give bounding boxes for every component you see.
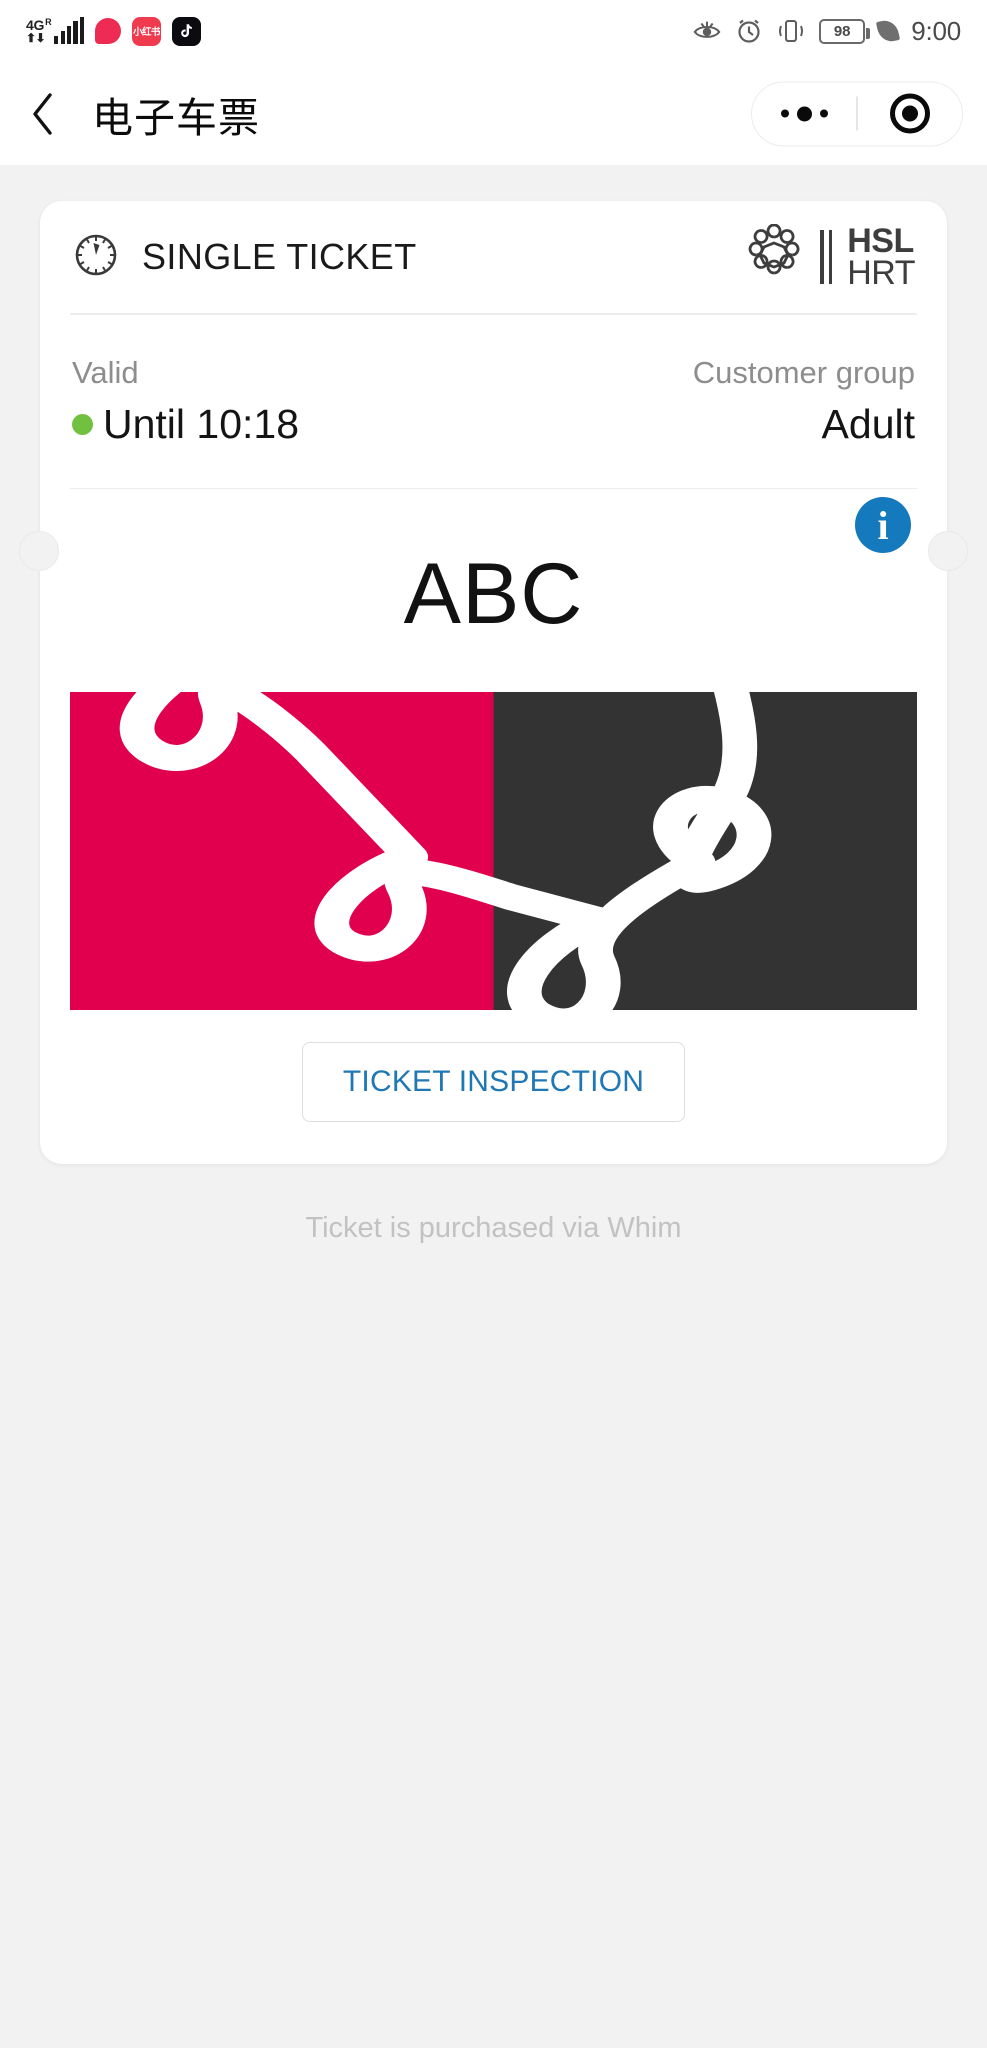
page-body: SINGLE TICKET HSL HRT Valid Until 10:18 … bbox=[0, 165, 987, 2048]
verification-code: ABC bbox=[403, 546, 584, 642]
ticket-details-row: Valid Until 10:18 Customer group Adult bbox=[70, 315, 917, 488]
roaming-label: R bbox=[45, 17, 52, 27]
status-bar-right: 98 9:00 bbox=[692, 16, 961, 47]
ticket-inspection-button[interactable]: TICKET INSPECTION bbox=[301, 1042, 686, 1122]
back-chevron-icon[interactable] bbox=[28, 89, 72, 139]
valid-label: Valid bbox=[72, 354, 139, 390]
network-type-label: 4G R ⬆⬇ bbox=[26, 17, 52, 45]
status-bar-left: 4G R ⬆⬇ 小红书 bbox=[26, 16, 201, 46]
battery-icon: 98 bbox=[819, 18, 871, 44]
nav-bar: 电子车票 bbox=[0, 62, 987, 165]
ticket-notch-right bbox=[928, 531, 968, 571]
purchase-source-note: Ticket is purchased via Whim bbox=[305, 1212, 682, 1244]
ticket-card: SINGLE TICKET HSL HRT Valid Until 10:18 … bbox=[19, 201, 968, 1164]
page-title: 电子车票 bbox=[92, 93, 260, 142]
video-app-icon bbox=[94, 18, 121, 44]
customer-group-column: Customer group Adult bbox=[693, 355, 915, 448]
clock-icon bbox=[72, 231, 120, 284]
ticket-notch-left bbox=[19, 531, 59, 571]
valid-value: Until 10:18 bbox=[103, 400, 300, 447]
status-dot-icon bbox=[72, 413, 93, 435]
eye-comfort-icon bbox=[692, 18, 722, 44]
close-target-icon bbox=[889, 93, 930, 134]
hsl-divider-bars bbox=[820, 230, 833, 284]
hrt-label: HRT bbox=[847, 254, 915, 292]
ticket-type-label: SINGLE TICKET bbox=[142, 236, 417, 277]
signal-indicator: 4G R ⬆⬇ bbox=[26, 17, 84, 45]
hsl-brand-logo: HSL HRT bbox=[743, 221, 915, 292]
hsl-network-loop-icon bbox=[743, 223, 805, 291]
signal-bars-icon bbox=[54, 17, 84, 44]
xiaohongshu-icon: 小红书 bbox=[131, 16, 161, 46]
customer-group-value: Adult bbox=[821, 400, 915, 447]
more-dots-icon bbox=[780, 106, 828, 121]
hsl-wordmark: HSL HRT bbox=[847, 221, 915, 292]
miniprogram-capsule bbox=[751, 81, 963, 146]
vibrate-icon bbox=[776, 17, 806, 45]
tiktok-icon bbox=[171, 16, 201, 46]
verification-zone: i ABC bbox=[70, 489, 917, 692]
valid-column: Valid Until 10:18 bbox=[72, 355, 299, 448]
close-button[interactable] bbox=[858, 93, 962, 134]
more-button[interactable] bbox=[752, 106, 856, 121]
info-icon[interactable]: i bbox=[855, 497, 911, 553]
inspection-button-wrap: TICKET INSPECTION bbox=[70, 1042, 917, 1164]
hsl-loop-animation bbox=[70, 692, 917, 1010]
hsl-label: HSL bbox=[847, 221, 914, 260]
alarm-icon bbox=[735, 17, 763, 45]
network-generation-label: 4G bbox=[26, 17, 45, 33]
power-saving-leaf-icon bbox=[876, 18, 901, 44]
battery-level-label: 98 bbox=[833, 22, 851, 40]
status-bar: 4G R ⬆⬇ 小红书 98 9:00 bbox=[0, 0, 987, 62]
ticket-header: SINGLE TICKET HSL HRT bbox=[70, 201, 917, 313]
valid-value-row: Until 10:18 bbox=[72, 401, 299, 448]
ticket-type-group: SINGLE TICKET bbox=[72, 231, 417, 284]
customer-group-label: Customer group bbox=[692, 354, 915, 390]
status-time: 9:00 bbox=[911, 15, 961, 46]
phone-screen: 4G R ⬆⬇ 小红书 98 9:00 电子车票 SINGLE TICKET H… bbox=[0, 0, 987, 2048]
